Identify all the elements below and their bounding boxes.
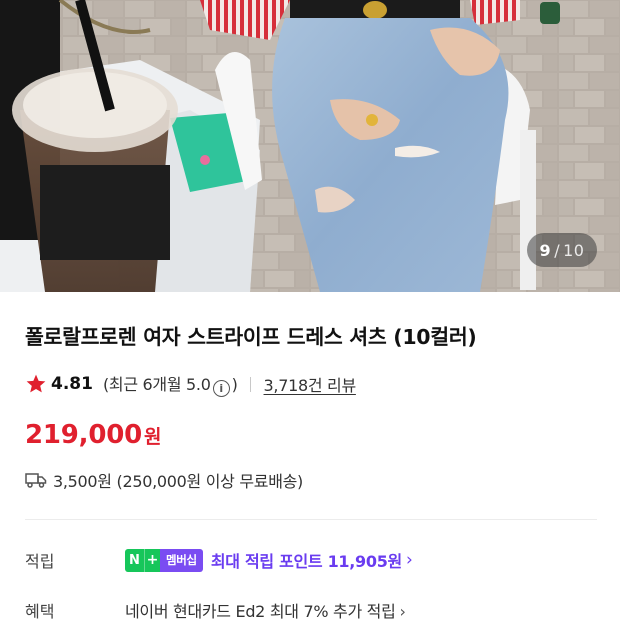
star-icon — [26, 374, 46, 393]
price-unit: 원 — [144, 426, 162, 448]
rating-row: 4.81 (최근 6개월 5.0 i) 3,718건 리뷰 — [25, 371, 357, 397]
recent-rating-close: ) — [231, 375, 238, 394]
naver-plus-membership-badge: N + 멤버십 — [125, 548, 203, 572]
benefits-text: 네이버 현대카드 Ed2 최대 7% 추가 적립 — [125, 602, 396, 620]
chevron-right-icon: › — [405, 550, 413, 570]
image-counter-separator: / — [554, 240, 561, 260]
chevron-right-icon: › — [399, 602, 406, 620]
image-counter-total: 10 — [563, 240, 585, 260]
points-row[interactable]: N + 멤버십 최대 적립 포인트 11,905원 › — [125, 547, 413, 573]
rating-value: 4.81 — [51, 374, 93, 394]
price: 219,000 원 — [25, 420, 162, 450]
points-text: 최대 적립 포인트 11,905원 — [210, 552, 402, 571]
section-divider — [25, 519, 597, 520]
truck-icon — [25, 473, 47, 488]
recent-rating: (최근 6개월 5.0 i) — [103, 371, 238, 397]
price-value: 219,000 — [25, 420, 143, 450]
benefits-label: 혜택 — [25, 602, 55, 620]
info-icon[interactable]: i — [212, 380, 230, 397]
product-image[interactable]: 9 / 10 — [0, 0, 620, 292]
shipping-text: 3,500원 (250,000원 이상 무료배송) — [53, 472, 303, 491]
image-counter: 9 / 10 — [527, 233, 597, 267]
shipping-row: 3,500원 (250,000원 이상 무료배송) — [25, 468, 303, 492]
product-title: 폴로랄프로렌 여자 스트라이프 드레스 셔츠 (10컬러) — [25, 325, 477, 349]
benefits-row[interactable]: 네이버 현대카드 Ed2 최대 7% 추가 적립 › — [125, 598, 406, 620]
divider — [249, 376, 251, 392]
plus-icon: + — [144, 548, 160, 572]
membership-label: 멤버십 — [160, 548, 203, 572]
recent-rating-text: (최근 6개월 5.0 — [102, 375, 211, 394]
points-label: 적립 — [25, 552, 55, 571]
review-count-link[interactable]: 3,718건 리뷰 — [264, 372, 357, 396]
image-counter-current: 9 — [539, 240, 552, 260]
naver-n-icon: N — [125, 548, 144, 572]
